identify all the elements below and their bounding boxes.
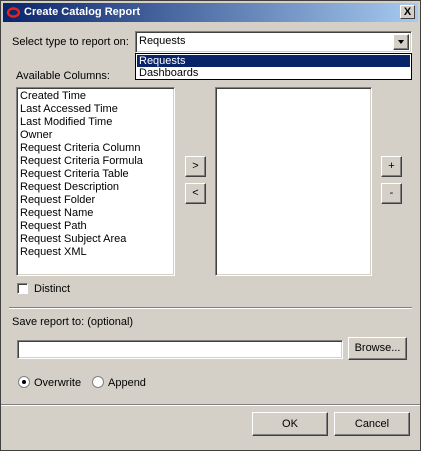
move-down-button[interactable]: -	[381, 183, 402, 204]
browse-button[interactable]: Browse...	[348, 337, 407, 360]
overwrite-label: Overwrite	[34, 377, 82, 389]
available-columns-list[interactable]: Created Time Last Accessed Time Last Modif…	[16, 87, 175, 276]
list-item[interactable]: Request Criteria Column	[20, 142, 140, 155]
add-column-button[interactable]: >	[185, 156, 206, 177]
oracle-logo-icon	[7, 7, 20, 18]
list-item[interactable]: Last Accessed Time	[20, 103, 118, 116]
type-select[interactable]: Requests	[135, 31, 412, 53]
dialog-title: Create Catalog Report	[24, 6, 141, 18]
distinct-label: Distinct	[34, 283, 71, 295]
title-bar[interactable]: Create Catalog Report X	[3, 3, 418, 22]
list-item[interactable]: Request XML	[20, 246, 87, 259]
available-columns-label: Available Columns:	[16, 70, 110, 82]
chevron-down-icon[interactable]	[393, 34, 409, 50]
selected-columns-list[interactable]	[215, 87, 372, 276]
dropdown-option-dashboards[interactable]: Dashboards	[137, 67, 410, 79]
append-label: Append	[108, 377, 146, 389]
ok-button[interactable]: OK	[252, 412, 328, 436]
type-select-value: Requests	[139, 35, 186, 47]
list-item[interactable]: Request Subject Area	[20, 233, 126, 246]
append-radio[interactable]	[92, 376, 104, 388]
radio-selected-dot	[22, 380, 26, 384]
list-item[interactable]: Request Name	[20, 207, 93, 220]
list-item[interactable]: Last Modified Time	[20, 116, 112, 129]
move-up-button[interactable]: +	[381, 156, 402, 177]
overwrite-radio[interactable]	[18, 376, 30, 388]
dropdown-option-requests[interactable]: Requests	[137, 55, 410, 67]
type-select-dropdown: Requests Dashboards	[135, 53, 412, 80]
list-item[interactable]: Request Folder	[20, 194, 95, 207]
list-item[interactable]: Created Time	[20, 90, 86, 103]
list-item[interactable]: Request Path	[20, 220, 87, 233]
distinct-checkbox[interactable]	[17, 283, 28, 294]
save-path-input[interactable]	[17, 340, 343, 359]
create-catalog-report-dialog: Create Catalog Report X Select type to r…	[0, 0, 421, 451]
list-item[interactable]: Request Description	[20, 181, 119, 194]
remove-column-button[interactable]: <	[185, 183, 206, 204]
list-item[interactable]: Request Criteria Table	[20, 168, 129, 181]
cancel-button[interactable]: Cancel	[334, 412, 410, 436]
type-select-label: Select type to report on:	[12, 36, 129, 48]
footer-divider	[1, 404, 420, 406]
list-item[interactable]: Owner	[20, 129, 52, 142]
divider	[9, 307, 412, 309]
save-report-label: Save report to: (optional)	[12, 316, 134, 328]
close-button[interactable]: X	[400, 5, 415, 19]
list-item[interactable]: Request Criteria Formula	[20, 155, 143, 168]
